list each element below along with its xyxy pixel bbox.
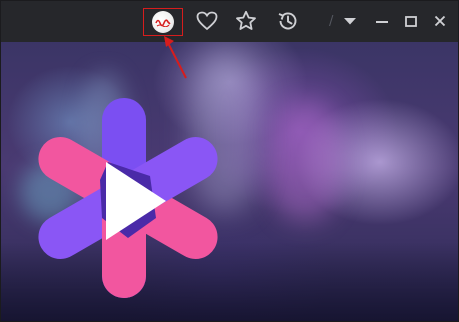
player-window: / xyxy=(0,0,459,322)
favorite-button[interactable] xyxy=(194,8,220,34)
play-logo-icon xyxy=(38,98,218,298)
caret-down-icon xyxy=(344,18,356,25)
menu-button[interactable] xyxy=(337,8,363,34)
close-button[interactable] xyxy=(427,8,453,34)
profile-highlight-box xyxy=(143,8,183,36)
clock-history-icon xyxy=(278,12,297,30)
minimize-icon xyxy=(376,21,388,23)
star-icon xyxy=(236,10,256,30)
maximize-button[interactable] xyxy=(398,8,424,34)
toolbar-separator: / xyxy=(329,14,334,29)
minimize-button[interactable] xyxy=(369,8,395,34)
history-button[interactable] xyxy=(275,8,301,34)
heart-icon xyxy=(196,11,218,31)
title-bar: / xyxy=(0,0,459,42)
maximize-icon xyxy=(405,16,417,27)
user-avatar-icon[interactable] xyxy=(152,11,174,33)
annotation-arrow xyxy=(164,36,187,79)
bookmark-button[interactable] xyxy=(233,8,259,34)
close-icon xyxy=(434,15,446,27)
video-area[interactable] xyxy=(0,42,459,322)
